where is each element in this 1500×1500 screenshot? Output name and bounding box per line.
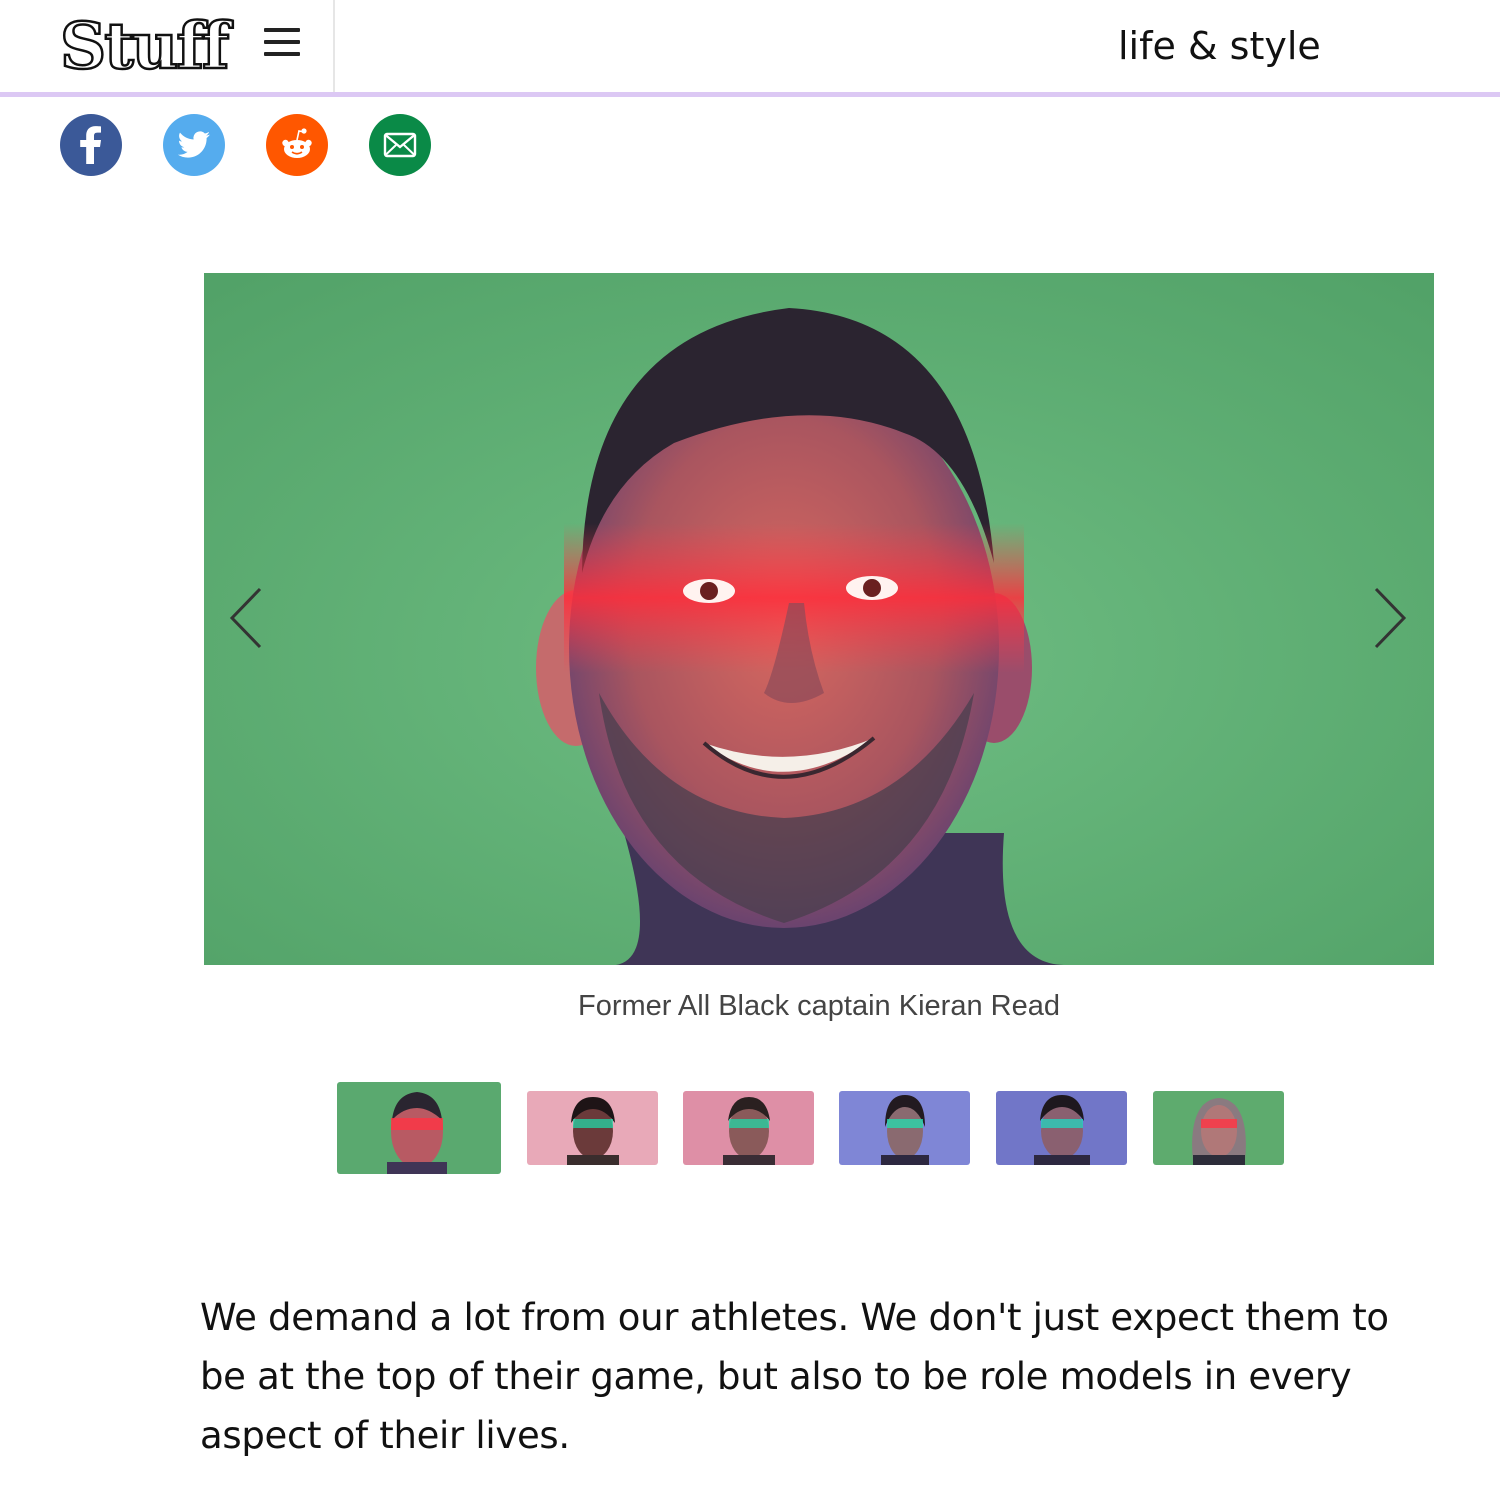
- portrait-photo: [204, 273, 1434, 965]
- thumbnail-3[interactable]: [683, 1091, 814, 1165]
- hamburger-menu-icon[interactable]: [264, 28, 300, 60]
- thumbnail-1[interactable]: [337, 1082, 501, 1174]
- thumbnail-portrait: [723, 1097, 775, 1165]
- thumbnail-5[interactable]: [996, 1091, 1127, 1165]
- gallery-prev-button[interactable]: [226, 585, 266, 651]
- thumbnail-portrait: [567, 1097, 619, 1165]
- header-divider: [333, 0, 335, 92]
- envelope-icon: [383, 132, 417, 158]
- gallery-next-button[interactable]: [1370, 585, 1410, 651]
- reddit-icon: [282, 128, 312, 158]
- chevron-left-icon: [229, 587, 262, 649]
- thumbnail-2[interactable]: [527, 1091, 658, 1165]
- twitter-share-button[interactable]: [163, 114, 225, 176]
- article-intro: We demand a lot from our athletes. We do…: [200, 1296, 1389, 1457]
- email-share-button[interactable]: [369, 114, 431, 176]
- thumbnail-6[interactable]: [1153, 1091, 1284, 1165]
- chevron-right-icon: [1374, 587, 1407, 649]
- thumbnail-4[interactable]: [839, 1091, 970, 1165]
- thumbnail-portrait: [881, 1095, 929, 1165]
- image-caption: Former All Black captain Kieran Read: [578, 990, 1060, 1022]
- site-header: Stuff life & style: [0, 0, 1500, 97]
- thumbnail-portrait: [387, 1092, 447, 1174]
- facebook-icon: [80, 126, 101, 164]
- section-title[interactable]: life & style: [1118, 22, 1321, 70]
- facebook-share-button[interactable]: [60, 114, 122, 176]
- thumbnail-portrait: [1034, 1095, 1090, 1165]
- stuff-logo[interactable]: Stuff: [59, 8, 231, 86]
- twitter-icon: [177, 131, 210, 158]
- share-buttons: [60, 114, 431, 176]
- reddit-share-button[interactable]: [266, 114, 328, 176]
- gallery-main-image[interactable]: [204, 273, 1434, 965]
- thumbnail-portrait: [1192, 1098, 1246, 1165]
